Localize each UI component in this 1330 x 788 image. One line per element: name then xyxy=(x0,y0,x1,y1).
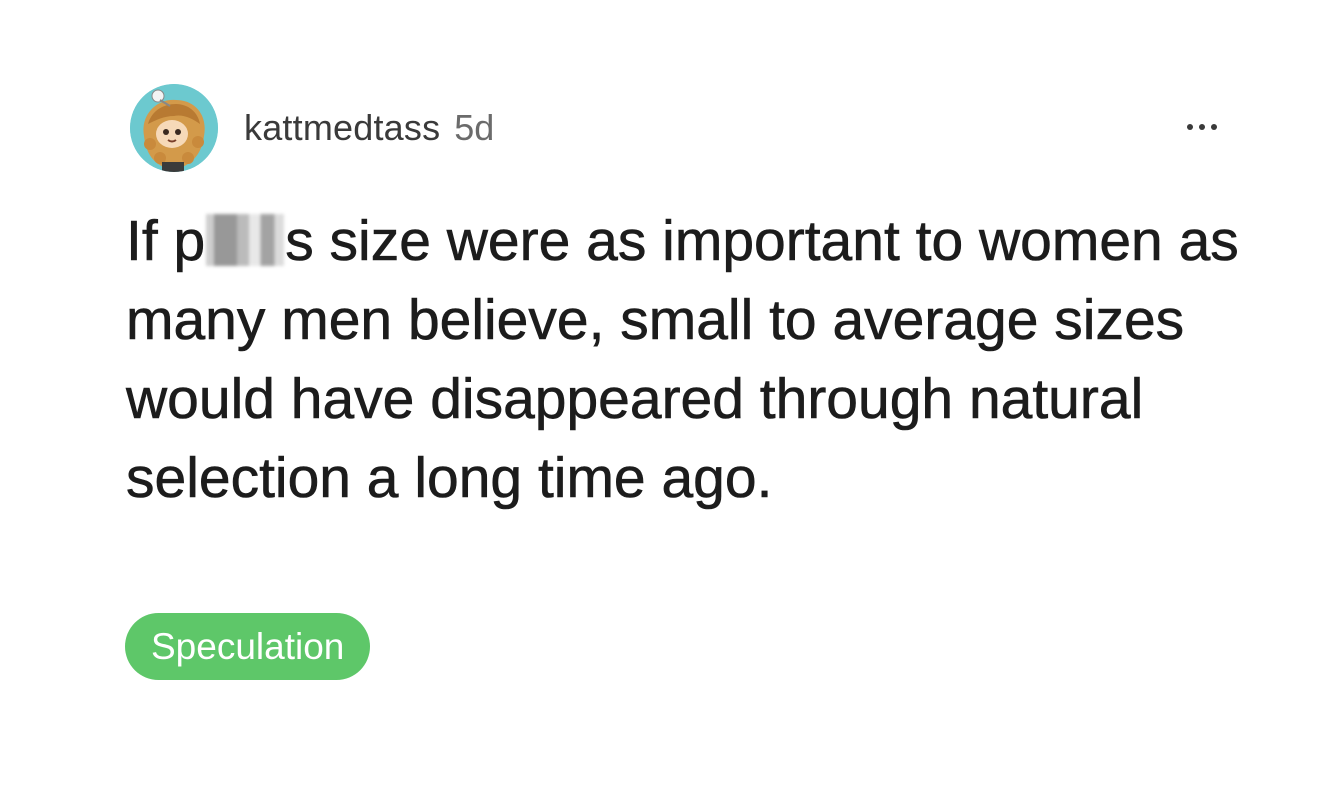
more-horizontal-icon xyxy=(1211,124,1217,130)
post-body-rest: s size were as important to women as man… xyxy=(126,209,1239,511)
avatar-illustration xyxy=(130,84,218,172)
more-horizontal-icon xyxy=(1187,124,1193,130)
post-body: If ps size were as important to women as… xyxy=(126,202,1246,518)
author-username[interactable]: kattmedtass xyxy=(244,107,440,149)
flair-badge[interactable]: Speculation xyxy=(125,613,371,680)
post-age: 5d xyxy=(454,107,495,148)
post-header: kattmedtass 5d xyxy=(130,84,494,172)
post-body-start: If p xyxy=(126,209,206,274)
avatar[interactable] xyxy=(130,84,218,172)
censored-blur xyxy=(206,214,285,266)
post-card[interactable]: kattmedtass 5d If ps size were as import… xyxy=(0,0,1330,788)
more-options-button[interactable] xyxy=(1178,112,1226,142)
more-horizontal-icon xyxy=(1199,124,1205,130)
